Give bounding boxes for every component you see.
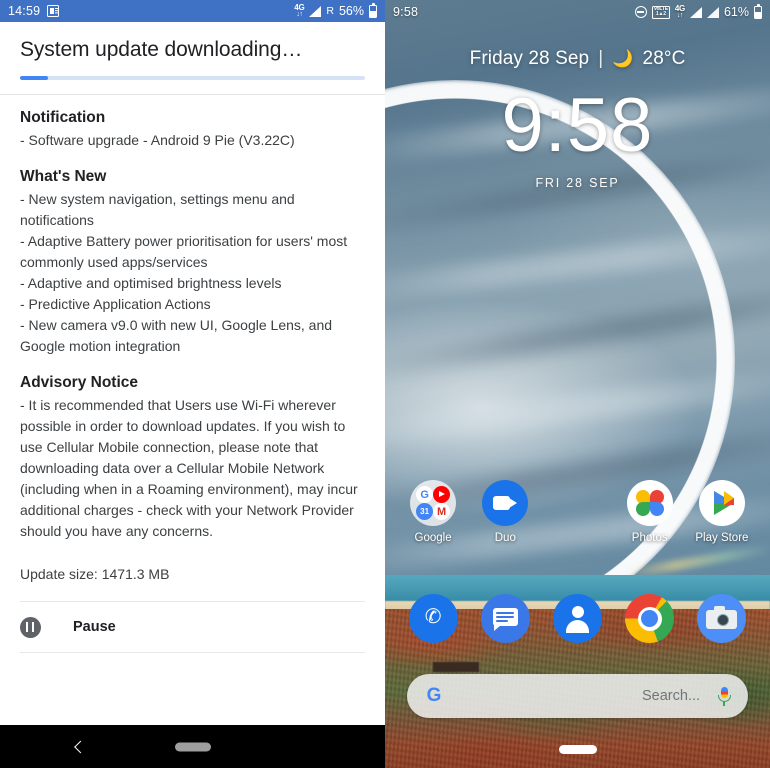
widget-separator: | xyxy=(598,48,604,69)
gmail-icon: M xyxy=(433,503,451,520)
dual-screenshot: 14:59 4G ↓↑ R 56% System update download… xyxy=(0,0,770,768)
dock-item-messages[interactable] xyxy=(469,594,541,643)
status-bar-left: 14:59 4G ↓↑ R 56% xyxy=(0,0,385,22)
advisory-notice-text: - It is recommended that Users use Wi-Fi… xyxy=(20,397,358,539)
volte-icon: VoLTE 1▲2 xyxy=(651,5,670,19)
app-icon-duo[interactable]: Duo xyxy=(469,480,541,544)
dock: ✆ xyxy=(385,594,770,643)
update-details: Notification - Software upgrade - Androi… xyxy=(0,95,385,542)
photos-icon xyxy=(626,480,673,526)
pause-label: Pause xyxy=(73,619,116,635)
home-pill[interactable] xyxy=(174,742,211,751)
whats-new-line-1: - New system navigation, settings menu a… xyxy=(20,191,295,228)
google-g-icon: G xyxy=(416,486,434,503)
status-time: 9:58 xyxy=(393,5,419,19)
back-icon[interactable] xyxy=(74,740,87,753)
chrome-icon xyxy=(625,594,675,643)
app-label-google: Google xyxy=(414,532,452,544)
pause-divider-bottom xyxy=(20,652,365,653)
update-size-text: Update size: 1471.3 MB xyxy=(20,566,170,582)
battery-percent: 56% xyxy=(338,4,364,18)
system-update-screen: 14:59 4G ↓↑ R 56% System update download… xyxy=(0,0,385,768)
pause-icon xyxy=(20,616,41,638)
whats-new-line-3: - Adaptive and optimised brightness leve… xyxy=(20,275,282,291)
app-slot-empty xyxy=(541,480,613,544)
network-4g-icon: 4G ↓↑ xyxy=(674,4,685,20)
status-time: 14:59 xyxy=(8,4,41,18)
google-g-icon: G xyxy=(426,685,442,706)
youtube-icon xyxy=(433,486,451,503)
whats-new-line-2: - Adaptive Battery power prioritisation … xyxy=(20,233,348,270)
search-placeholder: Search... xyxy=(641,688,700,704)
widget-time: 9:58 xyxy=(501,83,654,168)
home-pill[interactable] xyxy=(558,745,597,754)
whats-new-line-5: - New camera v9.0 with new UI, Google Le… xyxy=(20,317,333,354)
do-not-disturb-icon xyxy=(634,6,647,18)
navigation-bar-left xyxy=(0,725,385,768)
download-progress-bar xyxy=(20,76,365,80)
app-icon-google-folder[interactable]: G 31 M Google xyxy=(397,480,469,544)
camera-icon xyxy=(697,594,747,643)
battery-icon xyxy=(369,2,377,18)
pause-button[interactable]: Pause xyxy=(0,602,385,652)
google-folder-icon: G 31 M xyxy=(410,480,457,526)
contacts-icon xyxy=(553,594,602,643)
section-heading-advisory-notice: Advisory Notice xyxy=(20,374,139,391)
page-title: System update downloading… xyxy=(20,38,303,61)
signal-strength-icon-sim1 xyxy=(689,6,702,18)
play-store-icon xyxy=(698,480,745,526)
app-row: G 31 M Google Duo Photos Play Store xyxy=(385,480,770,544)
network-4g-icon: 4G ↓↑ xyxy=(294,3,305,19)
phone-icon: ✆ xyxy=(408,594,458,643)
section-heading-notification: Notification xyxy=(20,109,106,126)
app-icon-photos[interactable]: Photos xyxy=(614,480,686,544)
app-label-photos: Photos xyxy=(631,532,668,544)
wallpaper-signboard xyxy=(433,662,479,672)
status-bar-right: 9:58 VoLTE 1▲2 4G ↓↑ 61% xyxy=(385,0,770,24)
clock-widget[interactable]: Friday 28 Sep | 🌙 28°C 9:58 FRI 28 SEP xyxy=(385,48,770,190)
dock-item-camera[interactable] xyxy=(686,594,758,643)
messages-icon xyxy=(480,594,530,643)
whats-new-line-4: - Predictive Application Actions xyxy=(20,296,211,312)
dock-item-chrome[interactable] xyxy=(614,594,686,643)
news-icon xyxy=(47,5,60,17)
duo-icon xyxy=(482,480,529,526)
notification-line-1: - Software upgrade - Android 9 Pie (V3.2… xyxy=(20,132,295,148)
widget-temperature: 28°C xyxy=(642,48,686,69)
app-label-play-store: Play Store xyxy=(695,532,749,544)
roaming-indicator: R xyxy=(326,5,334,17)
app-label-duo: Duo xyxy=(494,532,516,544)
dock-item-phone[interactable]: ✆ xyxy=(397,594,469,643)
widget-date: Friday 28 Sep xyxy=(469,48,590,69)
dock-item-contacts[interactable] xyxy=(541,594,613,643)
signal-strength-icon xyxy=(309,5,322,17)
clock-widget-header: Friday 28 Sep | 🌙 28°C xyxy=(470,48,686,70)
battery-icon xyxy=(754,3,762,19)
signal-strength-icon-sim2 xyxy=(706,6,719,18)
home-screen: 9:58 VoLTE 1▲2 4G ↓↑ 61% Friday 28 Sep |… xyxy=(385,0,770,768)
widget-sub-date: FRI 28 SEP xyxy=(535,176,620,190)
google-search-bar[interactable]: G Search... xyxy=(407,674,748,718)
section-heading-whats-new: What's New xyxy=(20,168,107,185)
battery-percent: 61% xyxy=(723,5,749,19)
microphone-icon[interactable] xyxy=(716,685,732,707)
app-icon-play-store[interactable]: Play Store xyxy=(686,480,758,544)
weather-moon-icon: 🌙 xyxy=(612,49,634,68)
calendar-icon: 31 xyxy=(416,503,434,520)
download-progress-fill xyxy=(20,76,48,80)
